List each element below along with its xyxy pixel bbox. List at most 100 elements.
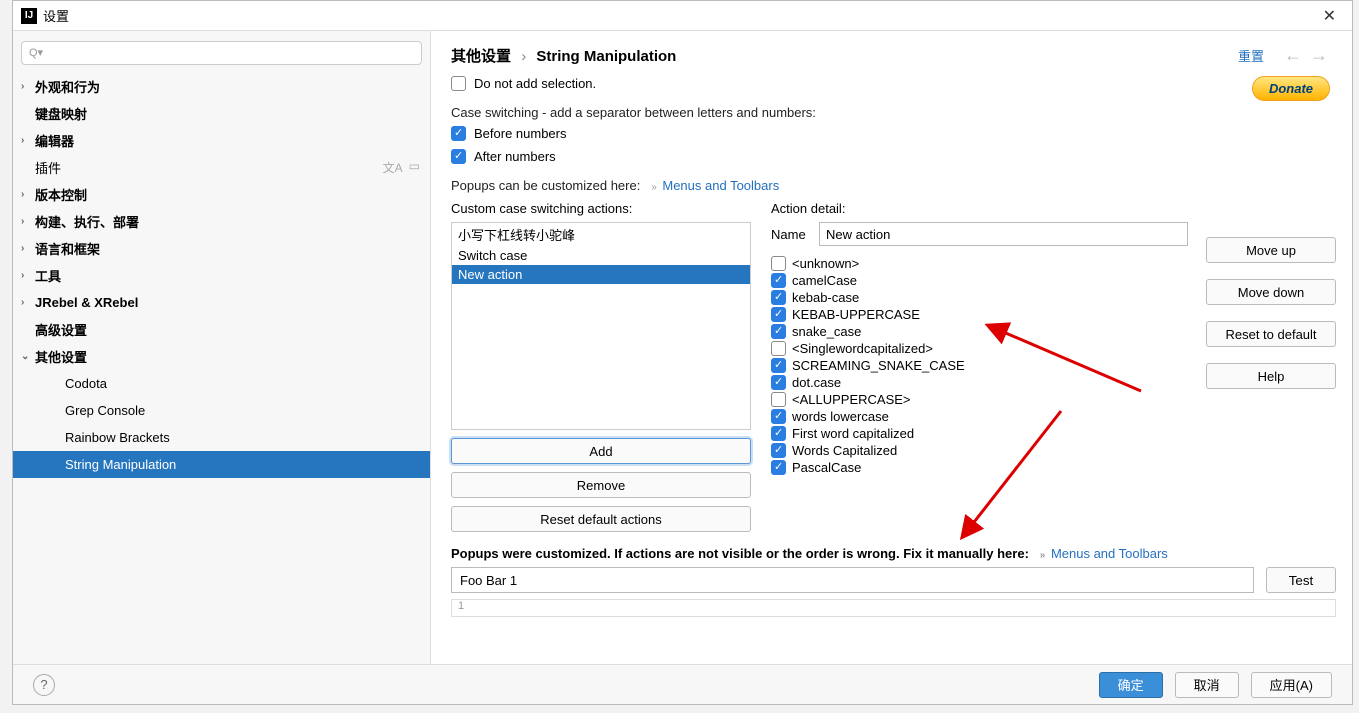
style-row[interactable]: <unknown> (771, 256, 1188, 271)
style-label: words lowercase (792, 409, 889, 424)
style-row[interactable]: words lowercase (771, 409, 1188, 424)
warning-label: Popups were customized. If actions are n… (451, 546, 1029, 561)
before-numbers-checkbox[interactable] (451, 126, 466, 141)
style-checkbox[interactable] (771, 392, 786, 407)
apply-button[interactable]: 应用(A) (1251, 672, 1332, 698)
style-checkbox[interactable] (771, 375, 786, 390)
donate-button[interactable]: Donate (1252, 76, 1330, 101)
remove-button[interactable]: Remove (451, 472, 751, 498)
style-label: SCREAMING_SNAKE_CASE (792, 358, 965, 373)
style-row[interactable]: Words Capitalized (771, 443, 1188, 458)
sidebar-item[interactable]: Codota (13, 370, 430, 397)
test-button[interactable]: Test (1266, 567, 1336, 593)
chevron-icon: › (21, 216, 24, 227)
cancel-button[interactable]: 取消 (1175, 672, 1239, 698)
sidebar-item-label: 插件 (35, 158, 61, 177)
style-checkbox[interactable] (771, 460, 786, 475)
style-checkbox[interactable] (771, 409, 786, 424)
sidebar-item-label: String Manipulation (65, 457, 176, 472)
style-label: dot.case (792, 375, 841, 390)
close-icon[interactable]: ✕ (1315, 6, 1344, 26)
sidebar-item[interactable]: › 构建、执行、部署 (13, 208, 430, 235)
style-row[interactable]: SCREAMING_SNAKE_CASE (771, 358, 1188, 373)
custom-actions-label: Custom case switching actions: (451, 201, 751, 216)
style-checkbox[interactable] (771, 324, 786, 339)
do-not-add-checkbox[interactable] (451, 76, 466, 91)
style-label: camelCase (792, 273, 857, 288)
add-button[interactable]: Add (451, 438, 751, 464)
sidebar-item[interactable]: ›外观和行为 (13, 73, 430, 100)
style-label: Words Capitalized (792, 443, 897, 458)
style-row[interactable]: kebab-case (771, 290, 1188, 305)
name-input[interactable] (819, 222, 1188, 246)
move-down-button[interactable]: Move down (1206, 279, 1336, 305)
actions-list[interactable]: 小写下杠线转小驼峰Switch caseNew action (451, 222, 751, 430)
sidebar-item-label: Grep Console (65, 403, 145, 418)
sidebar-item[interactable]: 键盘映射 (13, 100, 430, 127)
reset-default-button[interactable]: Reset to default (1206, 321, 1336, 347)
sidebar-item-label: 版本控制 (35, 185, 87, 204)
style-label: KEBAB-UPPERCASE (792, 307, 920, 322)
after-numbers-checkbox[interactable] (451, 149, 466, 164)
style-checkbox[interactable] (771, 426, 786, 441)
style-label: <ALLUPPERCASE> (792, 392, 911, 407)
style-row[interactable]: snake_case (771, 324, 1188, 339)
sidebar-item[interactable]: Grep Console (13, 397, 430, 424)
ok-button[interactable]: 确定 (1099, 672, 1163, 698)
chevron-icon: › (21, 243, 24, 254)
sidebar-item[interactable]: › 语言和框架 (13, 235, 430, 262)
chevron-icon: ⌄ (21, 351, 29, 362)
sidebar-item[interactable]: ›工具 (13, 262, 430, 289)
style-checkbox[interactable] (771, 290, 786, 305)
sidebar-item-label: 外观和行为 (35, 77, 100, 96)
style-row[interactable]: First word capitalized (771, 426, 1188, 441)
sidebar-item-label: Rainbow Brackets (65, 430, 170, 445)
style-checkbox[interactable] (771, 443, 786, 458)
sidebar-item-label: 高级设置 (35, 320, 87, 339)
menus-toolbars-link[interactable]: Menus and Toolbars (662, 178, 779, 193)
style-checkbox[interactable] (771, 358, 786, 373)
style-row[interactable]: PascalCase (771, 460, 1188, 475)
back-icon[interactable]: ← (1284, 45, 1302, 66)
list-item[interactable]: 小写下杠线转小驼峰 (452, 223, 750, 246)
search-input[interactable] (21, 41, 422, 65)
sidebar-item[interactable]: Rainbow Brackets (13, 424, 430, 451)
reset-actions-button[interactable]: Reset default actions (451, 506, 751, 532)
forward-icon[interactable]: → (1310, 45, 1328, 66)
action-detail-label: Action detail: (771, 201, 1188, 216)
help-button[interactable]: Help (1206, 363, 1336, 389)
style-checkbox[interactable] (771, 307, 786, 322)
style-row[interactable]: KEBAB-UPPERCASE (771, 307, 1188, 322)
result-box: 1 (451, 599, 1336, 617)
list-item[interactable]: Switch case (452, 246, 750, 265)
sidebar-item[interactable]: 插件文A▭ (13, 154, 430, 181)
list-item[interactable]: New action (452, 265, 750, 284)
window-title: 设置 (43, 6, 1315, 25)
sidebar-item-label: 构建、执行、部署 (35, 212, 139, 231)
sidebar-item[interactable]: ›版本控制 (13, 181, 430, 208)
style-row[interactable]: camelCase (771, 273, 1188, 288)
help-icon[interactable]: ? (33, 674, 55, 696)
sidebar-item[interactable]: String Manipulation (13, 451, 430, 478)
style-checkbox[interactable] (771, 273, 786, 288)
sidebar-item-label: 语言和框架 (35, 239, 100, 258)
test-input[interactable] (451, 567, 1254, 593)
reset-link[interactable]: 重置 (1238, 46, 1264, 65)
sidebar-item[interactable]: ›编辑器 (13, 127, 430, 154)
settings-tree[interactable]: ›外观和行为键盘映射›编辑器插件文A▭›版本控制›构建、执行、部署›语言和框架›… (13, 73, 430, 658)
style-row[interactable]: dot.case (771, 375, 1188, 390)
app-icon: IJ (21, 8, 37, 24)
sidebar-item-label: 其他设置 (35, 347, 87, 366)
style-checkbox[interactable] (771, 256, 786, 271)
menus-toolbars-link-2[interactable]: Menus and Toolbars (1051, 546, 1168, 561)
move-up-button[interactable]: Move up (1206, 237, 1336, 263)
style-label: <unknown> (792, 256, 859, 271)
style-label: <Singlewordcapitalized> (792, 341, 933, 356)
style-row[interactable]: <ALLUPPERCASE> (771, 392, 1188, 407)
sidebar-item[interactable]: ›JRebel & XRebel (13, 289, 430, 316)
style-row[interactable]: <Singlewordcapitalized> (771, 341, 1188, 356)
sidebar-item[interactable]: ⌄ 其他设置 (13, 343, 430, 370)
style-checkbox[interactable] (771, 341, 786, 356)
sidebar-item[interactable]: 高级设置 (13, 316, 430, 343)
before-numbers-label: Before numbers (474, 126, 567, 141)
